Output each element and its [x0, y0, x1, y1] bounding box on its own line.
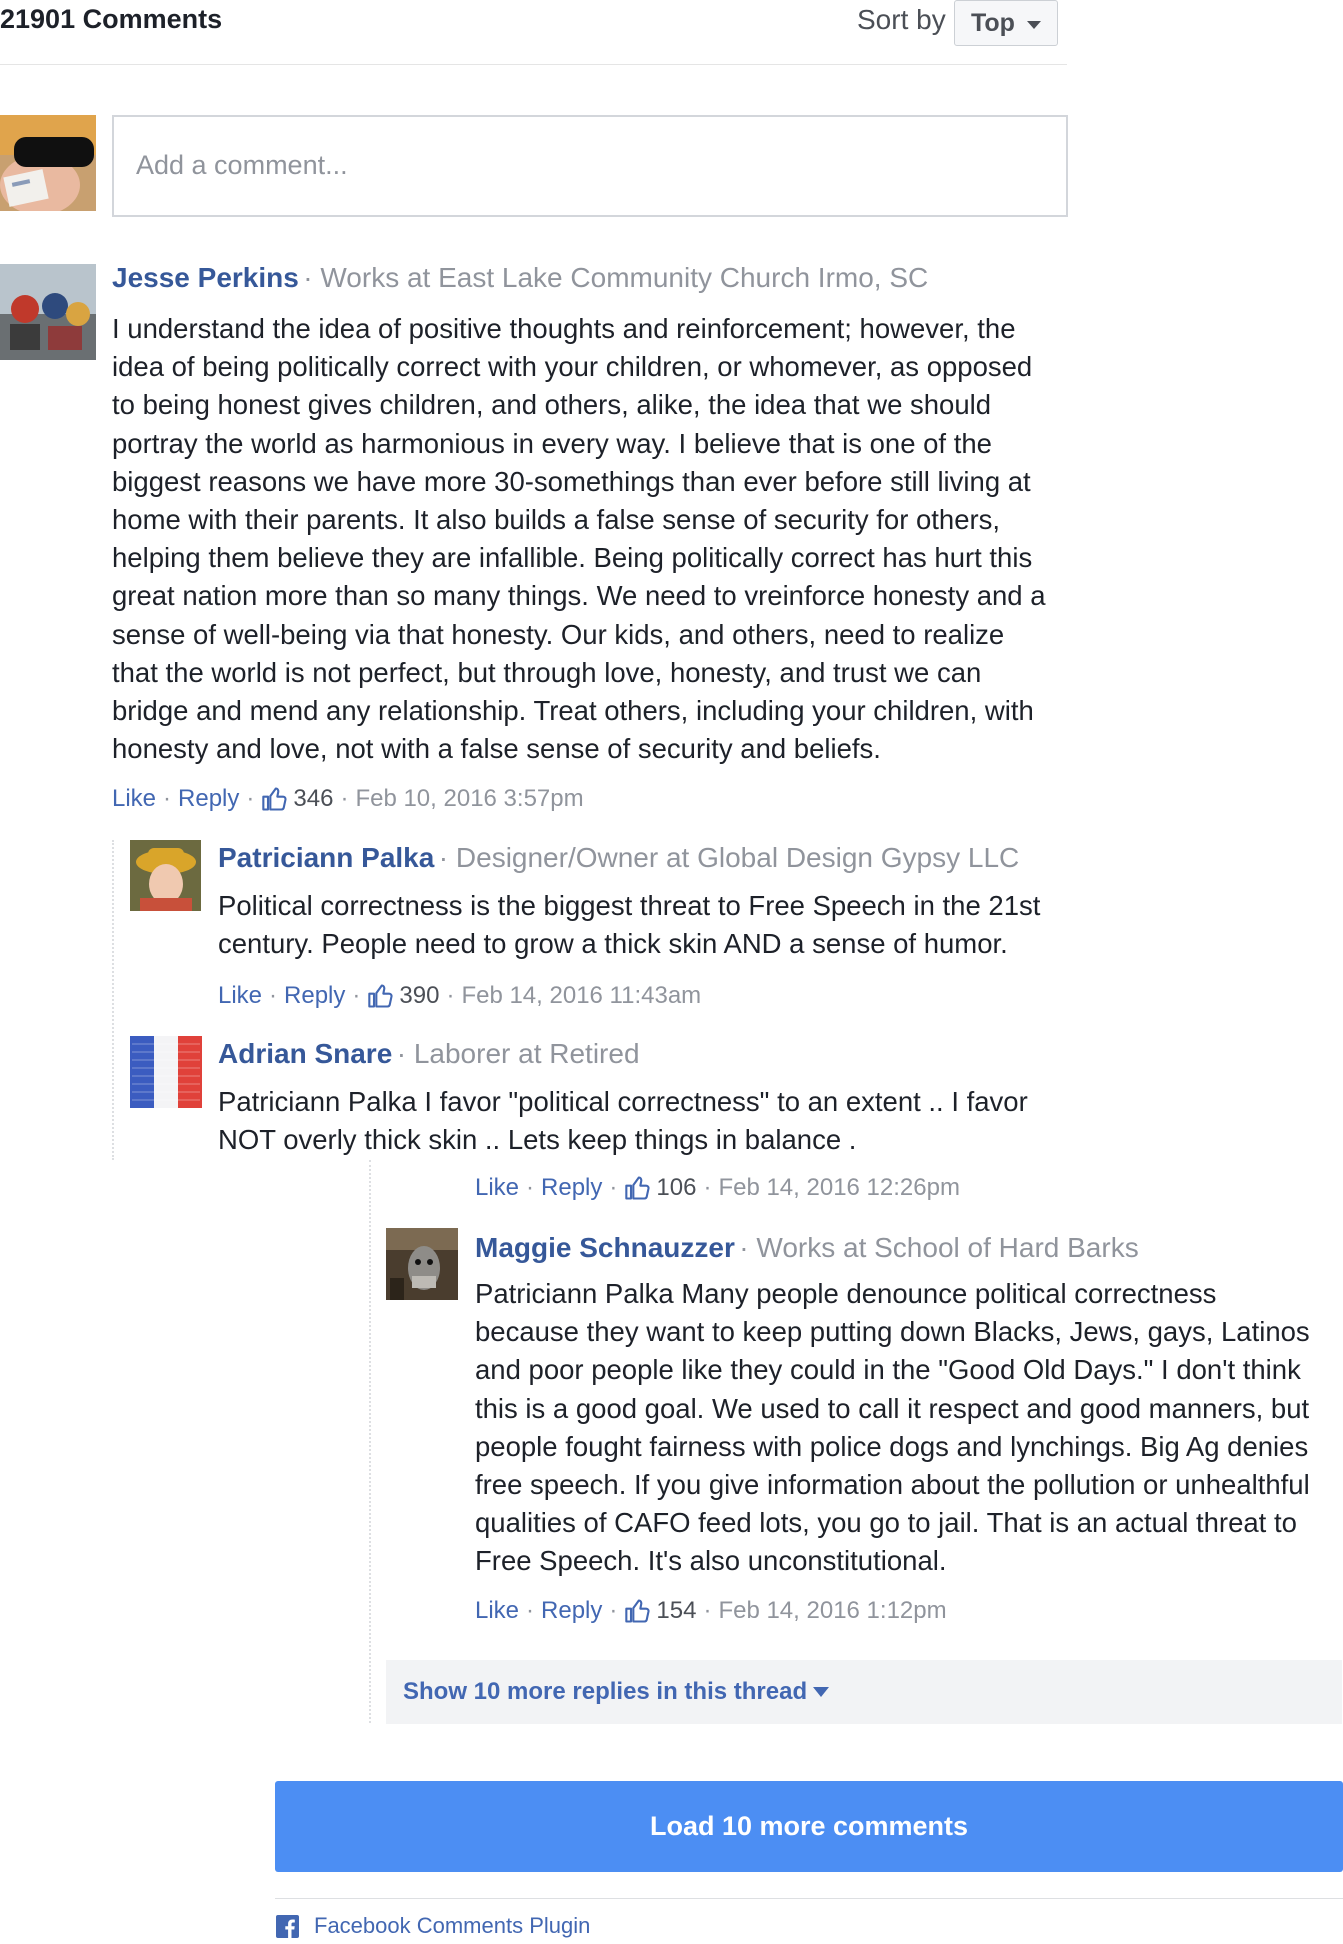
- like-count: 346: [293, 785, 334, 812]
- comment-actions: Like · Reply · 154 · Feb 14, 2016 1:12pm: [475, 1597, 947, 1625]
- comment-actions: Like · Reply · 106 · Feb 14, 2016 12:26p…: [475, 1174, 960, 1202]
- comment-body: Patriciann Palka I favor "political corr…: [218, 1086, 1028, 1156]
- avatar[interactable]: [0, 264, 96, 360]
- thumbs-up-icon: [368, 984, 393, 1008]
- comment-body: Political correctness is the biggest thr…: [218, 890, 1041, 960]
- show-more-replies-label: Show 10 more replies in this thread: [403, 1678, 808, 1705]
- comment-header: Maggie Schnauzzer · Works at School of H…: [475, 1232, 1139, 1264]
- like-count: 154: [656, 1597, 697, 1624]
- timestamp[interactable]: Feb 10, 2016 3:57pm: [355, 785, 583, 813]
- thread-line: [112, 840, 114, 1160]
- reply-link[interactable]: Reply: [541, 1174, 602, 1202]
- thread-line: [369, 1160, 371, 1723]
- comment-actions: Like · Reply · 346 · Feb 10, 2016 3:57pm: [112, 785, 584, 813]
- thumbs-up-icon: [262, 787, 287, 811]
- load-more-comments-button[interactable]: Load 10 more comments: [275, 1781, 1343, 1872]
- author-meta: · Works at East Lake Community Church Ir…: [303, 262, 929, 293]
- show-more-replies-button[interactable]: Show 10 more replies in this thread: [386, 1660, 1342, 1724]
- current-user-avatar: [0, 115, 96, 211]
- comment-actions: Like · Reply · 390 · Feb 14, 2016 11:43a…: [218, 982, 702, 1010]
- comment-header: Adrian Snare · Laborer at Retired: [218, 1038, 640, 1070]
- like-link[interactable]: Like: [112, 785, 156, 813]
- author-name[interactable]: Patriciann Palka: [218, 842, 434, 873]
- comment-body: I understand the idea of positive though…: [112, 313, 1046, 765]
- timestamp[interactable]: Feb 14, 2016 12:26pm: [718, 1174, 960, 1202]
- author-meta: · Works at School of Hard Barks: [739, 1232, 1139, 1263]
- reply-link[interactable]: Reply: [541, 1597, 602, 1625]
- like-link[interactable]: Like: [475, 1174, 519, 1202]
- footer-plugin-link[interactable]: Facebook Comments Plugin: [276, 1913, 590, 1939]
- author-meta: · Designer/Owner at Global Design Gypsy …: [438, 842, 1020, 873]
- author-name[interactable]: Adrian Snare: [218, 1038, 392, 1069]
- timestamp[interactable]: Feb 14, 2016 1:12pm: [718, 1597, 946, 1625]
- sort-dropdown[interactable]: Top: [954, 0, 1058, 46]
- footer-text: Facebook Comments Plugin: [314, 1913, 591, 1938]
- reply-link[interactable]: Reply: [178, 785, 239, 813]
- reply-link[interactable]: Reply: [284, 982, 345, 1010]
- author-meta: · Laborer at Retired: [396, 1038, 640, 1069]
- author-name[interactable]: Jesse Perkins: [112, 262, 299, 293]
- comment-count: 21901 Comments: [0, 4, 223, 34]
- avatar[interactable]: [386, 1228, 458, 1300]
- add-comment-input[interactable]: Add a comment...: [112, 115, 1068, 217]
- chevron-down-icon: [1026, 20, 1041, 29]
- thumbs-up-icon: [625, 1599, 650, 1623]
- author-name[interactable]: Maggie Schnauzzer: [475, 1232, 735, 1263]
- load-more-label: Load 10 more comments: [649, 1811, 969, 1841]
- footer-divider: [275, 1898, 1343, 1899]
- chevron-down-icon: [813, 1687, 830, 1697]
- facebook-logo-icon: [276, 1914, 299, 1938]
- header-divider: [0, 64, 1067, 65]
- comment-header: Jesse Perkins · Works at East Lake Commu…: [112, 262, 928, 294]
- avatar[interactable]: [130, 1036, 202, 1108]
- sort-value: Top: [971, 8, 1015, 37]
- comment-body: Patriciann Palka Many people denounce po…: [475, 1278, 1310, 1577]
- like-count: 390: [399, 982, 440, 1009]
- like-count: 106: [656, 1174, 697, 1201]
- avatar[interactable]: [130, 840, 201, 911]
- thumbs-up-icon: [625, 1176, 650, 1200]
- timestamp[interactable]: Feb 14, 2016 11:43am: [461, 982, 701, 1010]
- like-link[interactable]: Like: [475, 1597, 519, 1625]
- like-link[interactable]: Like: [218, 982, 262, 1010]
- sort-label: Sort by: [857, 4, 946, 35]
- comment-header: Patriciann Palka · Designer/Owner at Glo…: [218, 842, 1019, 874]
